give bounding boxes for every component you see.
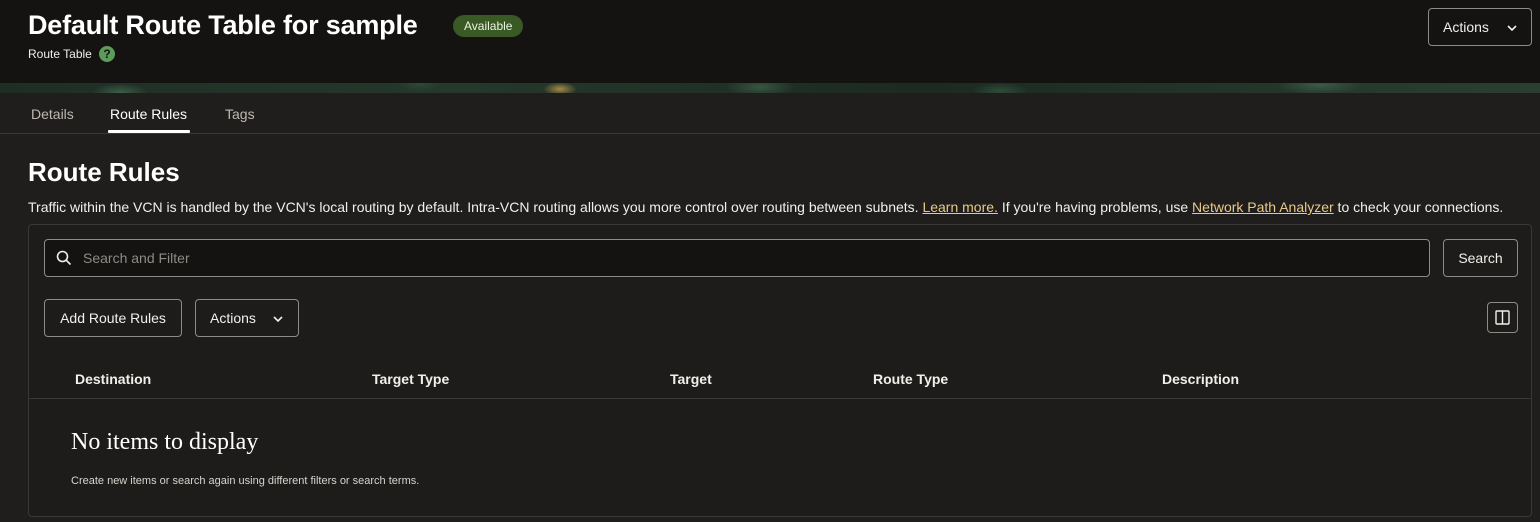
page-title: Default Route Table for sample [28,10,418,40]
empty-state-description: Create new items or search again using d… [71,475,420,487]
manage-columns-button[interactable] [1487,302,1518,333]
description-text-2: If you're having problems, use [997,199,1193,215]
empty-state-title: No items to display [71,429,259,455]
route-rules-panel: Search Add Route Rules Actions Destinati… [28,224,1532,517]
network-path-analyzer-link[interactable]: Network Path Analyzer [1192,199,1334,215]
tab-route-rules[interactable]: Route Rules [110,106,187,122]
column-description[interactable]: Description [1162,371,1239,387]
column-target-type[interactable]: Target Type [372,371,449,387]
learn-more-link[interactable]: Learn more. [922,199,997,215]
page-header: Default Route Table for sample Available… [0,0,1540,83]
active-tab-indicator [108,130,190,133]
help-icon[interactable]: ? [99,46,115,62]
actions-label: Actions [210,310,256,326]
tab-details[interactable]: Details [31,106,74,122]
tab-bar: Details Route Rules Tags [0,93,1540,134]
search-icon [56,250,72,266]
search-input[interactable] [83,240,1413,276]
resource-type-label: Route Table [28,47,92,61]
description-text-3: to check your connections. [1333,199,1504,215]
column-route-type[interactable]: Route Type [873,371,948,387]
columns-icon [1495,310,1510,325]
column-destination[interactable]: Destination [75,371,151,387]
section-title: Route Rules [28,157,180,187]
actions-button[interactable]: Actions [195,299,299,337]
column-target[interactable]: Target [670,371,712,387]
section-description: Traffic within the VCN is handled by the… [28,199,1503,215]
description-text-1: Traffic within the VCN is handled by the… [28,199,923,215]
header-actions-label: Actions [1443,19,1489,35]
chevron-down-icon [273,316,283,323]
search-button[interactable]: Search [1443,239,1518,277]
search-field [44,239,1430,277]
banner-decoration [0,83,1540,93]
tab-tags[interactable]: Tags [225,106,255,122]
status-badge: Available [453,15,524,37]
table-header: Destination Target Type Target Route Typ… [29,357,1531,399]
header-actions-button[interactable]: Actions [1428,8,1532,46]
chevron-down-icon [1507,25,1517,32]
add-route-rules-button[interactable]: Add Route Rules [44,299,182,337]
